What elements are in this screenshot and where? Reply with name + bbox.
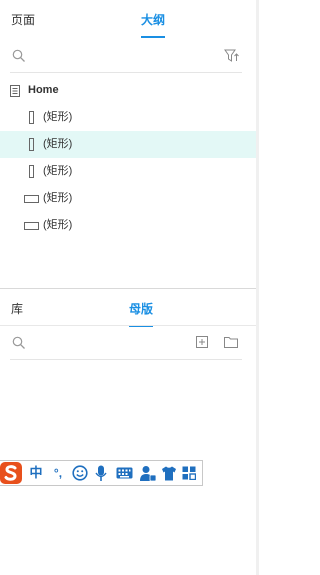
vertical-rect-icon <box>29 138 34 151</box>
horizontal-rect-icon <box>24 222 39 230</box>
tab-library-label: 库 <box>11 302 24 316</box>
vertical-rect-icon <box>29 111 34 124</box>
sogou-logo-icon[interactable] <box>0 461 22 485</box>
search-icon <box>12 49 25 62</box>
tree-row-rect-3[interactable]: (矩形) <box>0 158 256 185</box>
ime-punctuation[interactable]: °, <box>50 463 66 483</box>
tree-row-rect-1[interactable]: (矩形) <box>0 104 256 131</box>
tabs-bottom-border <box>0 325 256 326</box>
tree-item-label: (矩形) <box>43 165 73 177</box>
tree-item-label: (矩形) <box>43 111 73 123</box>
user-account-icon[interactable] <box>140 465 156 482</box>
microphone-icon[interactable] <box>95 465 107 482</box>
masters-search-input[interactable] <box>32 335 186 357</box>
folder-icon[interactable] <box>224 336 238 348</box>
toolbox-grid-icon[interactable] <box>182 466 196 480</box>
page-icon <box>10 85 20 97</box>
tree-row-rect-4[interactable]: (矩形) <box>0 185 256 212</box>
tree-item-label: (矩形) <box>43 192 73 204</box>
vertical-rect-icon <box>29 165 34 178</box>
outline-search-input[interactable] <box>32 48 216 70</box>
search-icon <box>12 336 25 349</box>
tree-row-rect-5[interactable]: (矩形) <box>0 212 256 239</box>
masters-search-row <box>10 331 242 360</box>
ime-chinese-mode[interactable]: 中 <box>28 463 44 483</box>
top-tabs: 页面 大纲 <box>0 5 256 38</box>
tab-outline[interactable]: 大纲 <box>141 5 166 38</box>
tab-masters-label: 母版 <box>129 302 154 316</box>
pane-divider[interactable] <box>0 288 256 289</box>
tab-pages[interactable]: 页面 <box>11 5 35 37</box>
tab-library[interactable]: 库 <box>11 294 23 326</box>
tree-item-label: (矩形) <box>43 219 73 231</box>
keyboard-icon[interactable] <box>116 467 133 479</box>
ime-toolbar: 中 °, <box>0 460 203 486</box>
tab-outline-underline <box>141 36 166 38</box>
panel-resize-strip[interactable] <box>256 0 259 575</box>
tree-root-label: Home <box>28 84 59 96</box>
horizontal-rect-icon <box>24 195 39 203</box>
tab-pages-label: 页面 <box>11 13 36 27</box>
add-master-icon[interactable] <box>196 336 208 348</box>
tree-item-label: (矩形) <box>43 138 73 150</box>
skin-shirt-icon[interactable] <box>161 466 177 481</box>
tree-row-home[interactable]: Home <box>0 77 256 104</box>
tab-outline-label: 大纲 <box>141 13 166 27</box>
left-panel: 页面 大纲 Home (矩形) (矩形) (矩形) (矩形) (矩形) 库 母版… <box>0 0 259 575</box>
filter-icon[interactable] <box>224 48 240 64</box>
outline-search-row <box>10 44 242 73</box>
tab-masters[interactable]: 母版 <box>129 294 154 327</box>
tree-row-rect-2[interactable]: (矩形) <box>0 131 256 158</box>
bottom-tabs: 库 母版 <box>0 294 256 327</box>
emoji-icon[interactable] <box>72 465 88 481</box>
